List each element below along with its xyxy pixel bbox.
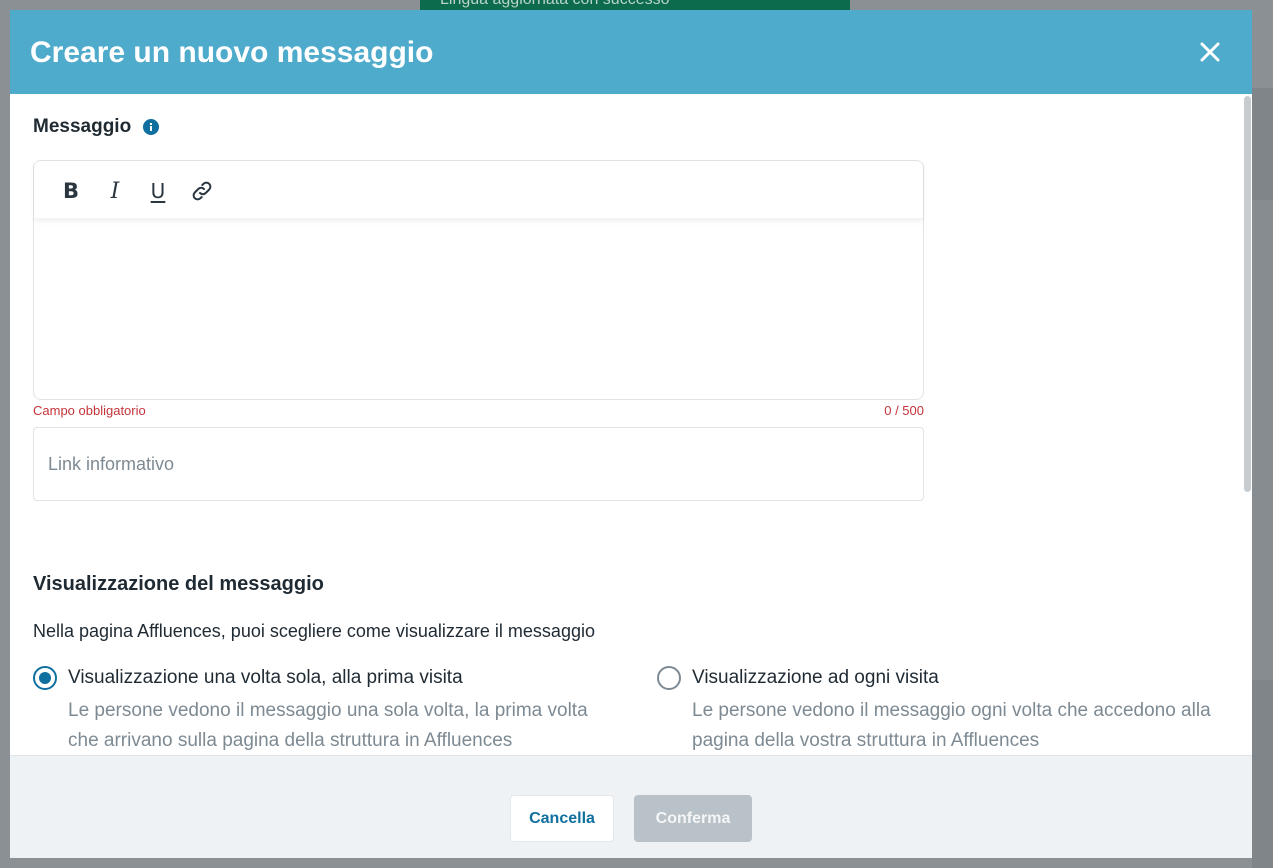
info-link-input[interactable]: [33, 427, 924, 501]
message-label-row: Messaggio: [33, 116, 160, 138]
modal-title: Creare un nuovo messaggio: [30, 36, 434, 69]
italic-button[interactable]: I: [102, 178, 128, 204]
message-text-area[interactable]: [34, 221, 923, 399]
modal-header: Creare un nuovo messaggio: [10, 10, 1252, 94]
message-label: Messaggio: [33, 116, 132, 137]
modal-body: Messaggio B I U Campo obbligatorio 0 / 5…: [10, 94, 1252, 755]
modal-scrollbar-thumb[interactable]: [1244, 96, 1251, 492]
success-toast-text: Lingua aggiornata con successo: [440, 0, 670, 9]
close-button[interactable]: [1194, 36, 1226, 68]
radio-button-first-visit[interactable]: [33, 666, 57, 690]
visualization-title: Visualizzazione del messaggio: [33, 573, 324, 595]
radio-help-first-visit: Le persone vedono il messaggio una sola …: [68, 700, 588, 751]
editor-toolbar: B I U: [34, 161, 923, 219]
required-field-error: Campo obbligatorio: [33, 403, 146, 418]
visualization-description: Nella pagina Affluences, puoi scegliere …: [33, 621, 595, 641]
radio-button-every-visit[interactable]: [657, 666, 681, 690]
character-counter: 0 / 500: [884, 403, 924, 418]
success-toast: Lingua aggiornata con successo: [420, 0, 850, 10]
message-editor: B I U: [33, 160, 924, 400]
modal-footer: Cancella Conferma: [10, 755, 1252, 858]
create-message-modal: Creare un nuovo messaggio Messaggio B I …: [10, 10, 1252, 858]
underline-button[interactable]: U: [145, 178, 171, 204]
radio-label-every-visit: Visualizzazione ad ogni visita: [692, 667, 939, 688]
cancel-button[interactable]: Cancella: [510, 795, 614, 842]
link-icon: [192, 181, 212, 201]
radio-help-every-visit: Le persone vedono il messaggio ogni volt…: [692, 700, 1211, 751]
close-icon: [1200, 42, 1220, 62]
radio-label-first-visit: Visualizzazione una volta sola, alla pri…: [68, 667, 463, 688]
info-icon[interactable]: [143, 119, 160, 135]
background-side-strip: [1252, 200, 1273, 680]
confirm-button[interactable]: Conferma: [634, 795, 752, 842]
bold-button[interactable]: B: [58, 178, 84, 204]
link-button[interactable]: [189, 178, 215, 204]
